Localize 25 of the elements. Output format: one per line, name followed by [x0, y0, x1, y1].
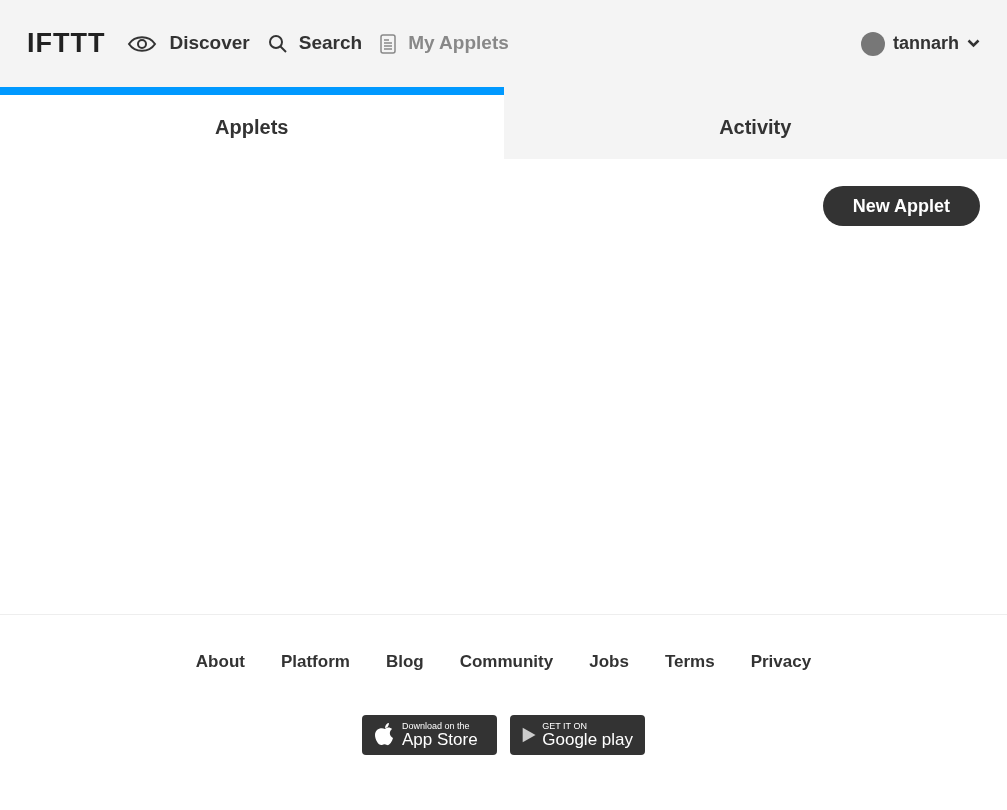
- user-menu[interactable]: tannarh: [861, 30, 980, 57]
- eye-icon: [127, 33, 158, 54]
- avatar: [861, 31, 885, 56]
- footer-link[interactable]: Community: [459, 649, 554, 675]
- footer-link[interactable]: Jobs: [589, 649, 629, 675]
- google-play-badge[interactable]: GET IT ON Google play: [510, 714, 645, 755]
- new-applet-button[interactable]: New Applet: [822, 186, 980, 226]
- chevron-down-icon: [967, 39, 980, 48]
- ifttt-logo[interactable]: IFTTT: [27, 23, 106, 64]
- footer-link[interactable]: Privacy: [750, 649, 812, 675]
- footer-link[interactable]: Platform: [280, 649, 350, 675]
- nav-link[interactable]: Search: [267, 29, 363, 58]
- app-store-badge[interactable]: Download on the App Store: [362, 714, 497, 755]
- footer-link[interactable]: About: [195, 649, 245, 675]
- badge-title: App Store: [402, 730, 478, 748]
- nav-link[interactable]: Discover: [127, 29, 250, 58]
- badge-title: Google play: [542, 730, 633, 748]
- document-icon: [380, 33, 397, 54]
- badge-caption: Download on the: [402, 721, 471, 731]
- footer-link[interactable]: Blog: [385, 649, 424, 675]
- apple-icon: [374, 721, 396, 748]
- footer-link[interactable]: Terms: [664, 649, 715, 675]
- tab[interactable]: Activity: [503, 87, 1007, 159]
- search-icon: [267, 34, 287, 53]
- badge-caption: GET IT ON: [542, 721, 588, 731]
